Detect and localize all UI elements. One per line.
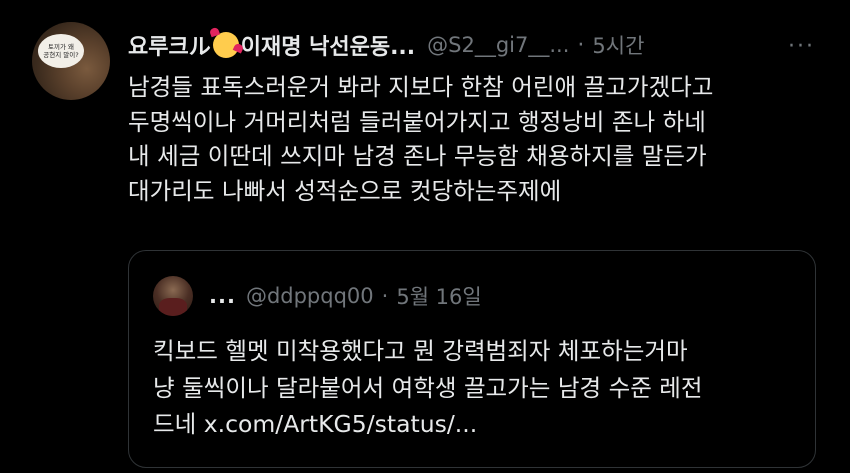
tweet-timestamp[interactable]: 5시간 [592,30,644,60]
quoted-author-handle[interactable]: @ddppqq00 [246,284,374,308]
quoted-tweet-card[interactable]: ... @ddppqq00 · 5월 16일 킥보드 헬멧 미착용했다고 뭔 강… [128,250,816,468]
avatar-bubble-text: 토끼가 왜 공현지 말이? [43,43,79,59]
quoted-tweet-header: ... @ddppqq00 · 5월 16일 [209,281,482,311]
tweet-header: 요루크ル 이재명 낙선운동... @S2__gi7__... · 5시간 [128,28,828,62]
quoted-author-avatar[interactable] [153,276,193,316]
tweet[interactable]: 토끼가 왜 공현지 말이? 요루크ル 이재명 낙선운동... @S2__gi7_… [0,0,850,473]
avatar-speech-bubble: 토끼가 왜 공현지 말이? [38,34,84,68]
author-avatar[interactable]: 토끼가 왜 공현지 말이? [32,22,110,100]
tweet-text: 남경들 표독스러운거 봐라 지보다 한참 어린애 끌고가겠다고 두명씩이나 거머… [128,70,828,208]
quoted-text-line: 킥보드 헬멧 미착용했다고 뭔 강력범죄자 체포하는거마 [153,337,688,365]
author-display-name-suffix[interactable]: 이재명 낙선운동... [241,29,415,61]
quoted-tweet-text: 킥보드 헬멧 미착용했다고 뭔 강력범죄자 체포하는거마 냥 둘씩이나 달라붙어… [153,333,803,443]
more-options-icon[interactable]: ··· [788,34,815,59]
quoted-author-display-name[interactable]: ... [209,284,236,308]
author-handle[interactable]: @S2__gi7__... [427,33,569,57]
tweet-text-line: 남경들 표독스러운거 봐라 지보다 한참 어린애 끌고가겠다고 [128,73,714,101]
header-separator: · [577,32,585,58]
quoted-header-separator: · [381,284,389,308]
tweet-text-line: 내 세금 이딴데 쓰지마 남경 존나 무능함 채용하지를 말든가 [128,142,707,170]
quoted-tweet-date[interactable]: 5월 16일 [396,281,481,311]
author-display-name[interactable]: 요루크ル [128,29,211,61]
quoted-text-line: 냥 둘씩이나 달라붙어서 여학생 끌고가는 남경 수준 레전 [153,373,703,402]
tweet-text-line: 대가리도 나빠서 성적순으로 컷당하는주제에 [128,176,562,205]
smiling-face-with-hearts-icon [212,32,239,58]
quoted-text-line: 드네 x.com/ArtKG5/status/... [153,410,478,438]
tweet-text-line: 두명씩이나 거머리처럼 들러붙어가지고 행정낭비 존나 하네 [128,107,706,136]
